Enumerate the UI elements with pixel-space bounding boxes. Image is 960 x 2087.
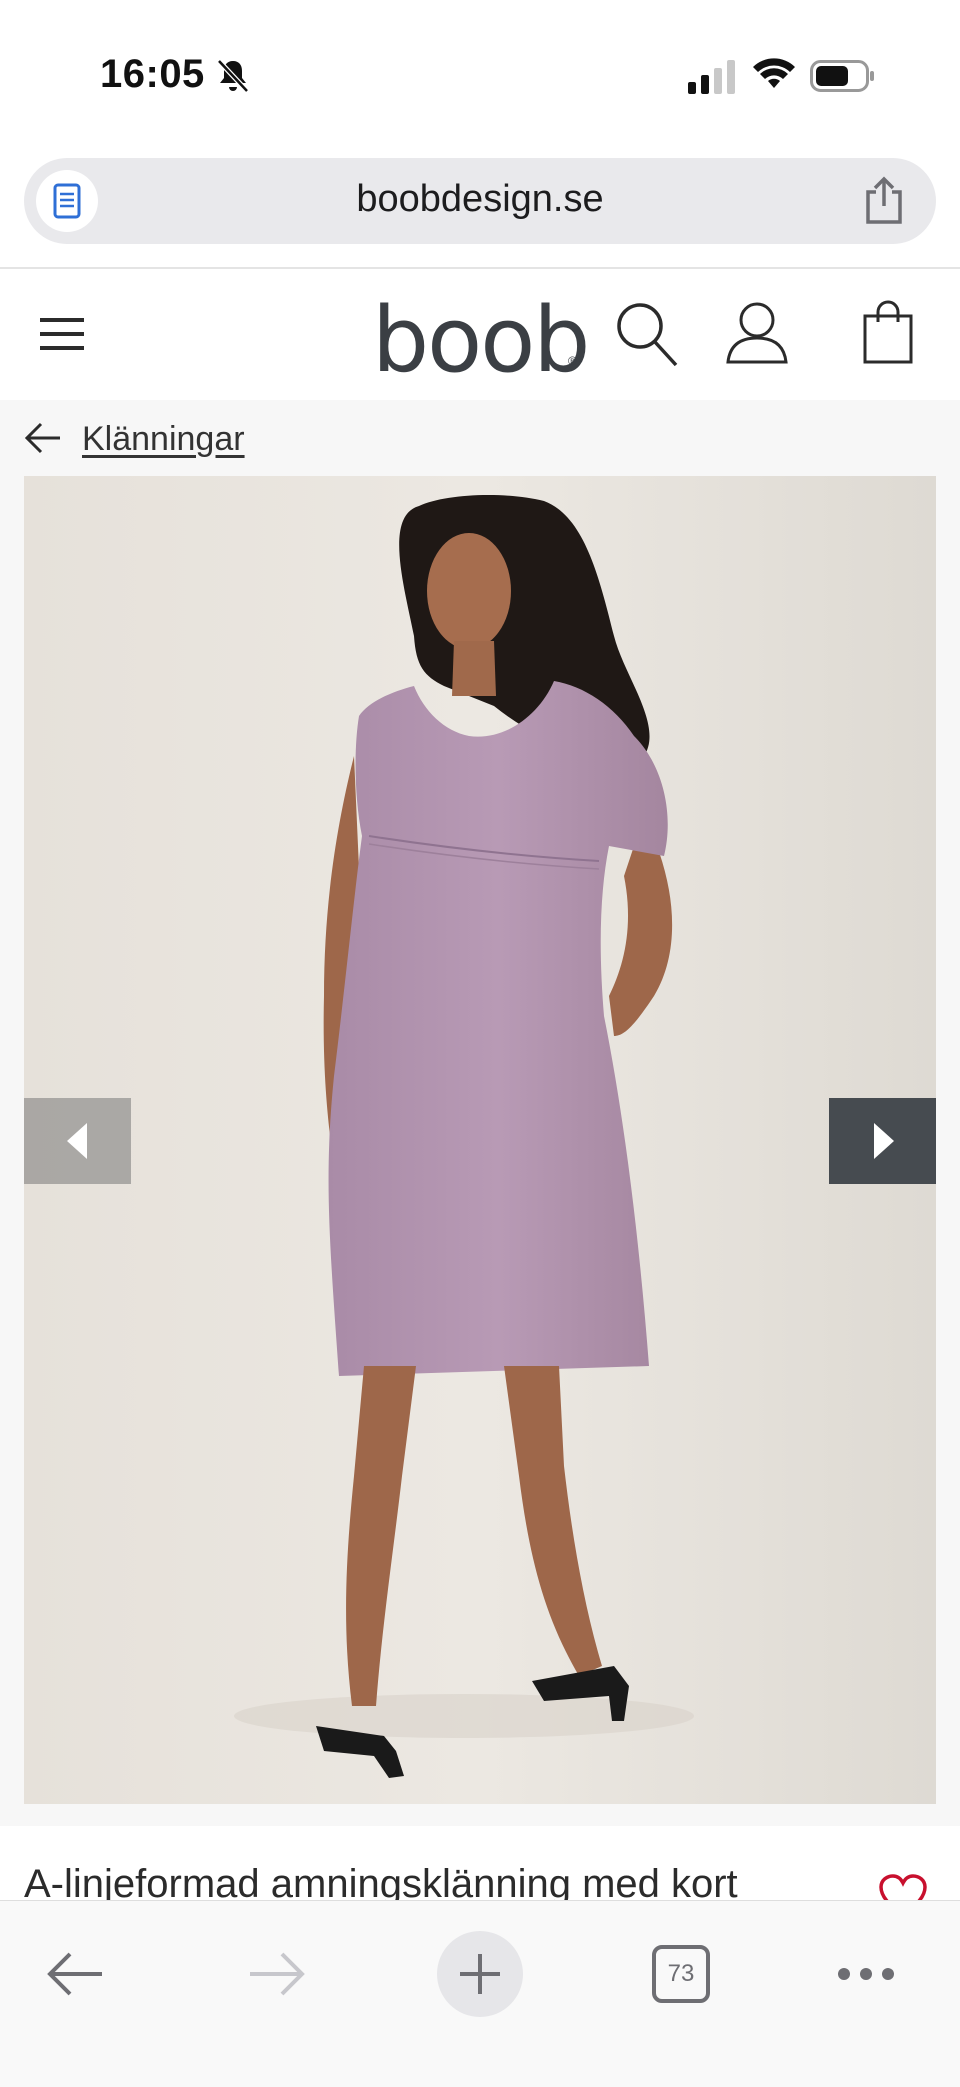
breadcrumb-link-category[interactable]: Klänningar	[82, 420, 245, 459]
back-arrow-icon[interactable]	[24, 422, 62, 454]
chevron-right-icon	[873, 1123, 894, 1159]
model-illustration	[24, 476, 936, 1804]
battery-icon	[810, 60, 874, 92]
gallery-prev-button[interactable]	[24, 1098, 131, 1184]
site-logo[interactable]: boob	[372, 288, 590, 393]
new-tab-button[interactable]	[437, 1931, 523, 2017]
browser-toolbar: 73	[0, 1900, 960, 2087]
gallery-next-button[interactable]	[829, 1098, 936, 1184]
search-icon[interactable]	[614, 300, 678, 368]
bell-slash-icon	[217, 59, 249, 93]
wifi-icon	[753, 58, 795, 88]
breadcrumb: Klänningar	[0, 400, 960, 476]
more-icon[interactable]	[836, 1959, 896, 1989]
url-text[interactable]: boobdesign.se	[24, 178, 936, 221]
account-icon[interactable]	[726, 300, 788, 364]
address-bar[interactable]: boobdesign.se	[24, 158, 936, 244]
product-title: A-linjeformad amningsklänning med kort	[24, 1862, 738, 1904]
divider	[0, 267, 960, 269]
chevron-left-icon	[66, 1123, 87, 1159]
shopping-bag-icon[interactable]	[862, 300, 914, 364]
hamburger-menu-icon[interactable]	[40, 316, 84, 352]
forward-arrow-icon[interactable]	[248, 1949, 306, 1999]
product-photo[interactable]	[24, 476, 936, 1804]
plus-icon	[460, 1954, 500, 1994]
tabs-button[interactable]: 73	[652, 1945, 710, 2003]
share-icon[interactable]	[862, 176, 906, 224]
status-bar: 16:05	[0, 0, 960, 150]
back-arrow-icon[interactable]	[46, 1949, 104, 1999]
signal-icon	[688, 60, 735, 94]
logo-registered-mark: ®	[568, 354, 577, 368]
site-header: boob ®	[0, 270, 960, 400]
status-time: 16:05	[100, 52, 205, 96]
